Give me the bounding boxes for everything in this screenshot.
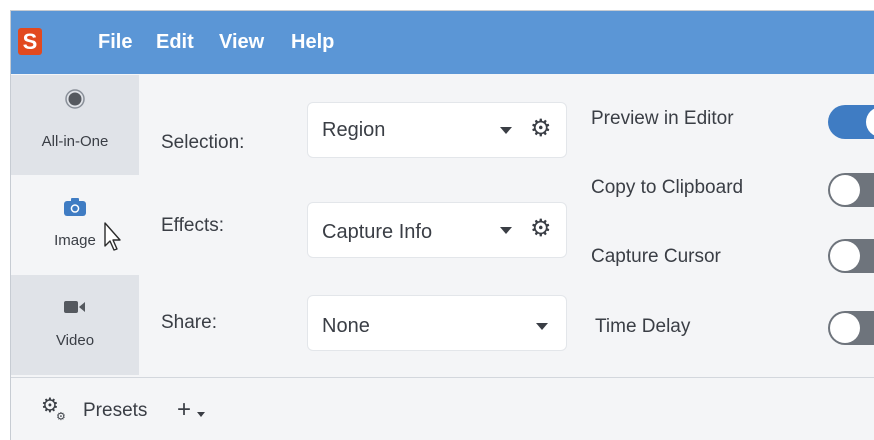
capture-cursor-label: Capture Cursor (591, 246, 721, 267)
snagit-logo-icon: S (18, 28, 42, 55)
presets-bar: ⚙ ⚙ Presets + (11, 378, 874, 440)
menu-bar: S File Edit View Help (11, 11, 874, 74)
toggle-knob (830, 175, 860, 205)
tab-all-in-one[interactable]: All-in-One (11, 75, 139, 175)
selection-label: Selection: (161, 132, 245, 153)
chevron-down-icon[interactable] (197, 412, 205, 417)
presets-label[interactable]: Presets (83, 400, 147, 422)
copy-to-clipboard-label: Copy to Clipboard (591, 177, 744, 198)
chevron-down-icon (536, 323, 548, 330)
capture-window: S File Edit View Help All-in-One Image V… (10, 10, 874, 440)
capture-cursor-toggle[interactable] (828, 239, 874, 273)
gear-icon[interactable]: ⚙ (530, 115, 552, 143)
video-camera-icon (11, 300, 139, 318)
camera-icon (11, 197, 139, 221)
copy-to-clipboard-toggle[interactable] (828, 173, 874, 207)
selection-value: Region (322, 119, 386, 141)
effects-value: Capture Info (322, 221, 433, 243)
effects-label: Effects: (161, 215, 225, 236)
preview-in-editor-label: Preview in Editor (591, 108, 734, 129)
menu-edit[interactable]: Edit (156, 31, 194, 54)
svg-text:⚙: ⚙ (56, 410, 66, 423)
chevron-down-icon (500, 127, 512, 134)
tab-label-video: Video (55, 332, 95, 349)
selection-dropdown[interactable]: Region ⚙ (307, 102, 567, 158)
share-value: None (322, 315, 370, 337)
time-delay-label: Time Delay (595, 316, 691, 337)
gear-icon[interactable]: ⚙ (530, 215, 552, 243)
tab-video[interactable]: Video (11, 275, 139, 375)
record-circle-icon (11, 89, 139, 113)
toggle-knob (866, 107, 874, 137)
menu-view[interactable]: View (219, 31, 264, 54)
share-dropdown[interactable]: None (307, 295, 567, 351)
tab-label-all-in-one: All-in-One (41, 133, 109, 150)
mouse-cursor-icon (104, 222, 121, 251)
share-label: Share: (161, 312, 217, 333)
add-preset-button[interactable]: + (177, 396, 191, 424)
menu-help[interactable]: Help (291, 31, 334, 54)
toggle-knob (830, 313, 860, 343)
time-delay-toggle[interactable] (828, 311, 874, 345)
effects-dropdown[interactable]: Capture Info ⚙ (307, 202, 567, 258)
presets-gear-icon[interactable]: ⚙ ⚙ (41, 393, 71, 424)
menu-file[interactable]: File (98, 31, 132, 54)
preview-in-editor-toggle[interactable] (828, 105, 874, 139)
chevron-down-icon (500, 227, 512, 234)
toggle-knob (830, 241, 860, 271)
